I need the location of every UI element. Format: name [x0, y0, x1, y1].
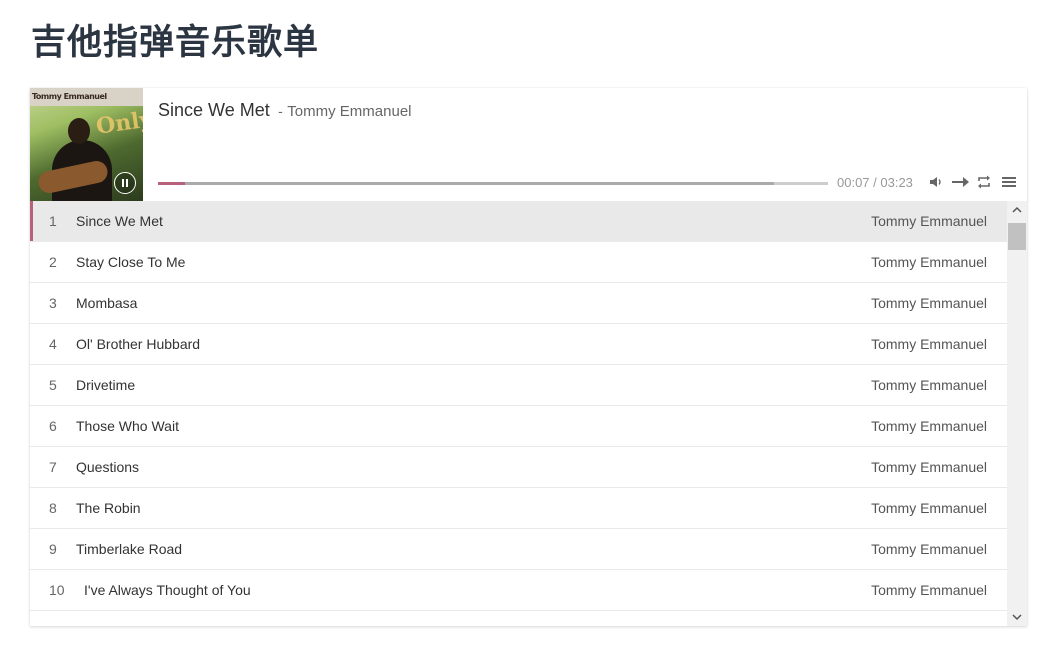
playlist-row[interactable]: 8 The Robin Tommy Emmanuel: [30, 488, 1007, 529]
track-artist: Tommy Emmanuel: [871, 336, 987, 352]
album-cover[interactable]: Tommy Emmanuel Only: [30, 88, 143, 201]
track-name: Timberlake Road: [76, 541, 183, 557]
track-name: Mombasa: [76, 295, 138, 311]
track-index: 3: [49, 295, 57, 311]
track-artist: Tommy Emmanuel: [871, 418, 987, 434]
playlist-row[interactable]: 9 Timberlake Road Tommy Emmanuel: [30, 529, 1007, 570]
track-index: 10: [49, 582, 65, 598]
playlist-row[interactable]: 7 Questions Tommy Emmanuel: [30, 447, 1007, 488]
volume-icon[interactable]: [928, 174, 946, 190]
song-separator: -: [278, 103, 283, 119]
track-name: I've Always Thought of You: [84, 582, 251, 598]
playlist-row[interactable]: 4 Ol' Brother Hubbard Tommy Emmanuel: [30, 324, 1007, 365]
playlist-row[interactable]: 2 Stay Close To Me Tommy Emmanuel: [30, 242, 1007, 283]
track-index: 4: [49, 336, 57, 352]
playlist-row[interactable]: 5 Drivetime Tommy Emmanuel: [30, 365, 1007, 406]
progress-bar[interactable]: [158, 182, 828, 185]
progress-loaded: [158, 182, 774, 185]
track-artist: Tommy Emmanuel: [871, 377, 987, 393]
scroll-up-icon[interactable]: [1007, 201, 1027, 219]
loop-icon[interactable]: [976, 174, 994, 190]
track-index: 7: [49, 459, 57, 475]
track-artist: Tommy Emmanuel: [871, 213, 987, 229]
cover-artist-text: Tommy Emmanuel: [32, 92, 107, 101]
track-name: Drivetime: [76, 377, 136, 393]
track-artist: Tommy Emmanuel: [871, 500, 987, 516]
playlist-scrollbar[interactable]: [1007, 201, 1027, 626]
track-index: 6: [49, 418, 57, 434]
track-artist: Tommy Emmanuel: [871, 254, 987, 270]
track-name: Those Who Wait: [76, 418, 179, 434]
track-artist: Tommy Emmanuel: [871, 295, 987, 311]
playlist-row[interactable]: 10 I've Always Thought of You Tommy Emmanu…: [30, 570, 1007, 611]
track-artist: Tommy Emmanuel: [871, 541, 987, 557]
page-title: 吉他指弹音乐歌单: [31, 23, 320, 63]
track-name: The Robin: [76, 500, 141, 516]
playlist-row[interactable]: 3 Mombasa Tommy Emmanuel: [30, 283, 1007, 324]
song-info: Since We Met - Tommy Emmanuel: [158, 100, 412, 121]
progress-played: [158, 182, 185, 185]
song-title: Since We Met: [158, 100, 270, 120]
track-name: Questions: [76, 459, 140, 475]
cover-album-text: Only: [94, 106, 143, 140]
track-name: Ol' Brother Hubbard: [76, 336, 201, 352]
order-arrow-icon[interactable]: [951, 174, 969, 190]
music-player: Tommy Emmanuel Only Since We Met - Tommy…: [30, 88, 1027, 626]
playlist-row[interactable]: 6 Those Who Wait Tommy Emmanuel: [30, 406, 1007, 447]
playlist: 1 Since We Met Tommy Emmanuel 2 Stay Close T…: [30, 201, 1007, 626]
pause-icon[interactable]: [114, 172, 136, 194]
song-artist: Tommy Emmanuel: [287, 103, 412, 120]
track-index: 1: [49, 213, 57, 229]
menu-icon[interactable]: [1001, 174, 1019, 190]
scrollbar-thumb[interactable]: [1008, 223, 1026, 250]
time-display: 00:07 / 03:23: [837, 175, 913, 190]
track-artist: Tommy Emmanuel: [871, 459, 987, 475]
track-name: Stay Close To Me: [76, 254, 186, 270]
playlist-row[interactable]: 1 Since We Met Tommy Emmanuel: [30, 201, 1007, 242]
track-index: 2: [49, 254, 57, 270]
cover-figure-head: [68, 118, 90, 144]
track-index: 5: [49, 377, 57, 393]
scroll-down-icon[interactable]: [1007, 608, 1027, 626]
track-artist: Tommy Emmanuel: [871, 582, 987, 598]
track-index: 9: [49, 541, 57, 557]
track-index: 8: [49, 500, 57, 516]
track-name: Since We Met: [76, 213, 163, 229]
